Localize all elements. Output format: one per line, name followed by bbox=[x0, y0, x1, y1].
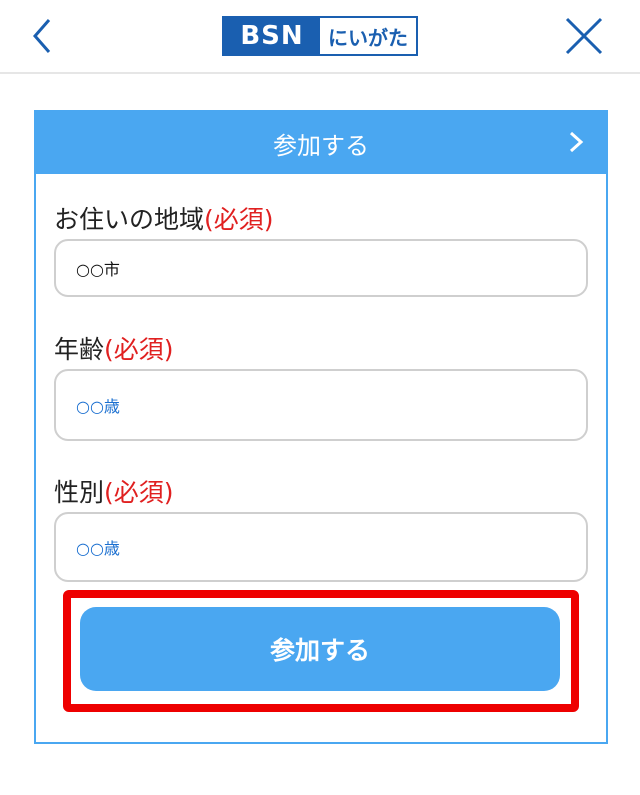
required-mark: (必須) bbox=[204, 205, 274, 234]
panel-header[interactable]: 参加する bbox=[36, 112, 606, 174]
age-label: 年齢(必須) bbox=[54, 330, 174, 366]
required-mark: (必須) bbox=[104, 335, 174, 364]
gender-label-text: 性別 bbox=[54, 478, 105, 507]
brand-logo: BSN にいがた bbox=[222, 16, 418, 56]
back-button[interactable] bbox=[22, 14, 62, 58]
age-label-text: 年齢 bbox=[54, 335, 105, 364]
gender-input[interactable] bbox=[74, 536, 586, 558]
logo-bsn: BSN bbox=[224, 18, 320, 54]
gender-field[interactable] bbox=[54, 512, 588, 582]
chevron-left-icon bbox=[33, 19, 51, 53]
join-button[interactable]: 参加する bbox=[80, 607, 560, 691]
panel-title: 参加する bbox=[273, 131, 369, 160]
region-field[interactable] bbox=[54, 239, 588, 297]
gender-label: 性別(必須) bbox=[54, 473, 174, 509]
app-header: BSN にいがた bbox=[0, 0, 640, 74]
age-input[interactable] bbox=[74, 394, 586, 416]
chevron-right-icon bbox=[569, 131, 584, 153]
region-label-text: お住いの地域 bbox=[54, 205, 205, 234]
required-mark: (必須) bbox=[104, 478, 174, 507]
region-input[interactable] bbox=[74, 257, 586, 279]
age-field[interactable] bbox=[54, 369, 588, 441]
logo-niigata: にいがた bbox=[328, 25, 408, 50]
close-icon bbox=[565, 17, 603, 55]
region-label: お住いの地域(必須) bbox=[54, 200, 274, 236]
close-button[interactable] bbox=[560, 14, 608, 58]
